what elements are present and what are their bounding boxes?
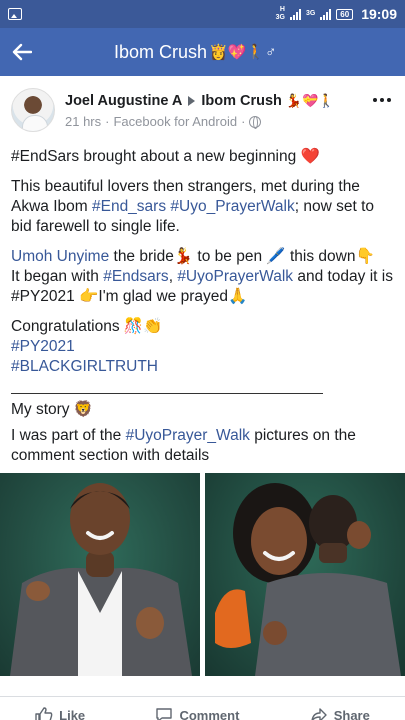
globe-icon	[249, 115, 262, 129]
post-actions: Like Comment Share	[0, 696, 405, 720]
author-name[interactable]: Joel Augustine A	[65, 93, 182, 109]
post-paragraph-bride: Umoh Unyime the bride💃 to be pen 🖊️ this…	[11, 247, 393, 307]
group-title: Ibom Crush 👸💖🚶♂	[114, 42, 276, 63]
group-title-text: Ibom Crush	[114, 41, 208, 62]
group-link[interactable]: Ibom Crush	[201, 93, 282, 109]
more-options-button[interactable]	[373, 98, 391, 102]
hashtag-end-sars[interactable]: #End_sars	[92, 198, 166, 215]
post-my-story: My story 🦁	[11, 401, 94, 418]
arrow-right-icon	[188, 96, 196, 106]
couple-illustration	[215, 483, 401, 676]
author-avatar[interactable]	[11, 88, 55, 132]
author-line: Joel Augustine A Ibom Crush 💃💝🚶	[65, 93, 334, 109]
network-type-indicator-2: 3G	[306, 10, 315, 18]
clock: 19:09	[361, 6, 397, 22]
text-segment: It began with	[11, 268, 104, 285]
hashtag-uyo-prayerwalk[interactable]: #Uyo_PrayerWalk	[170, 198, 294, 215]
group-title-emoji: 👸💖🚶♂	[209, 44, 277, 61]
gallery-notification-icon	[8, 8, 22, 20]
post-card: Joel Augustine A Ibom Crush 💃💝🚶 21 hrs ·…	[0, 76, 405, 476]
share-button[interactable]: Share	[310, 707, 370, 720]
photo-couple[interactable]	[205, 473, 405, 676]
signal-icon-2	[320, 8, 332, 20]
like-label: Like	[59, 707, 86, 720]
post-paragraph-story: This beautiful lovers then strangers, me…	[11, 177, 393, 237]
text-segment: I was part of the	[11, 427, 126, 444]
like-button[interactable]: Like	[35, 707, 85, 720]
back-button[interactable]	[0, 28, 44, 76]
network-3g-label-2: 3G	[305, 10, 316, 17]
mention-umoh-unyime[interactable]: Umoh Unyime	[11, 248, 109, 265]
hashtag-uyoprayer-walk[interactable]: #UyoPrayer_Walk	[126, 427, 250, 444]
post-text: #EndSars brought about a new beginning ❤…	[0, 138, 405, 466]
meta-separator-2: ·	[241, 114, 246, 129]
status-indicators: H 3G 3G 60 19:09	[276, 6, 397, 22]
network-type-indicator: H 3G	[276, 6, 285, 22]
hashtag-endsars[interactable]: #Endsars	[103, 268, 168, 285]
hashtag-py2021[interactable]: #PY2021	[11, 338, 75, 355]
comment-icon	[156, 708, 173, 720]
post-line-endsars: #EndSars brought about a new beginning ❤…	[11, 148, 320, 165]
groom-illustration	[10, 483, 192, 676]
signal-icon-1	[289, 8, 301, 20]
post-source: Facebook for Android	[113, 114, 238, 129]
post-header: Joel Augustine A Ibom Crush 💃💝🚶 21 hrs ·…	[0, 76, 405, 138]
share-label: Share	[333, 707, 370, 720]
network-3g-label-1: 3G	[275, 14, 285, 21]
hashtag-uyoprayerwalk[interactable]: #UyoPrayerWalk	[177, 268, 293, 285]
post-meta: 21 hrs · Facebook for Android ·	[65, 114, 262, 129]
meta-separator: ·	[105, 114, 110, 129]
post-congratulations: Congratulations 🎊👏	[11, 318, 163, 335]
share-icon	[311, 708, 327, 720]
battery-icon: 60	[336, 8, 354, 20]
divider-line	[11, 393, 323, 394]
photo-groom[interactable]	[0, 473, 200, 676]
comment-button[interactable]: Comment	[155, 707, 239, 720]
post-time[interactable]: 21 hrs	[65, 114, 101, 129]
text-segment: the bride💃 to be pen 🖊️ this down👇	[109, 248, 375, 265]
network-h-label: H	[279, 6, 285, 13]
group-emoji: 💃💝🚶	[285, 93, 335, 108]
back-arrow-icon	[12, 43, 32, 61]
status-bar: H 3G 3G 60 19:09	[0, 0, 405, 28]
comment-label: Comment	[179, 707, 240, 720]
post-paragraph-part-of: I was part of the #UyoPrayer_Walk pictur…	[11, 426, 393, 466]
post-photos	[0, 473, 405, 676]
app-bar: Ibom Crush 👸💖🚶♂	[0, 28, 405, 76]
hashtag-blackgirltruth[interactable]: #BLACKGIRLTRUTH	[11, 358, 158, 375]
thumbs-up-icon	[35, 707, 53, 720]
